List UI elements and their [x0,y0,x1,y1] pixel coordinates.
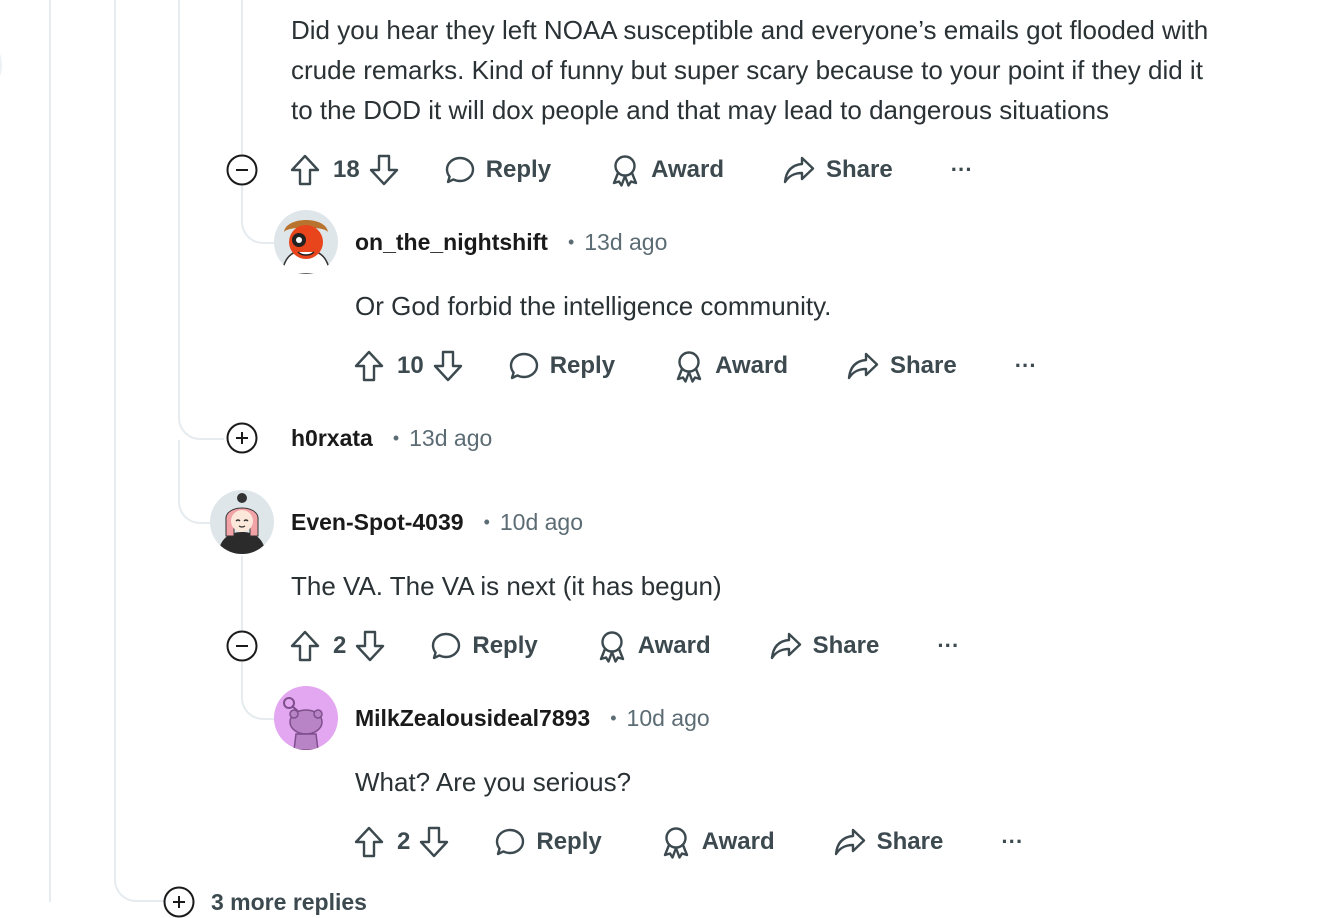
separator-dot: • [567,231,575,252]
award-button[interactable]: Award [660,825,775,859]
comment-actions: 2 Reply Award Share ··· [289,622,959,670]
vote-count: 2 [397,828,411,855]
thread-curve-parent [114,860,166,902]
separator-dot: • [483,511,490,532]
more-replies-label: 3 more replies [211,888,367,915]
thread-line-parent[interactable] [114,0,116,870]
downvote-icon[interactable] [368,153,400,187]
more-options-button[interactable]: ··· [1015,353,1037,379]
thread-line-level2[interactable] [178,0,180,400]
award-icon [612,155,638,187]
more-options-button[interactable]: ··· [951,157,973,183]
thread-line-c1[interactable] [241,0,243,155]
downvote-icon[interactable] [418,825,450,859]
more-options-button[interactable]: ··· [937,633,959,659]
avatar[interactable] [274,210,338,274]
downvote-icon[interactable] [432,349,464,383]
collapse-icon[interactable] [226,154,258,186]
share-button[interactable]: Share [846,350,957,382]
award-icon [676,351,702,383]
share-button[interactable]: Share [769,630,879,662]
award-button[interactable]: Award [673,349,788,383]
vote-count: 18 [333,156,360,183]
award-icon [663,827,688,859]
downvote-icon[interactable] [354,629,386,663]
upvote-icon[interactable] [353,825,385,859]
timestamp[interactable]: 10d ago [627,705,710,732]
comment-body: crude remarks. Kind of funny but super s… [291,55,1203,85]
comment-meta: MilkZealousideal7893 • 10d ago [355,698,710,738]
username[interactable]: Even-Spot-4039 [291,509,464,536]
partial-avatar-edge [0,45,2,85]
comment-actions: 2 Reply Award Share ··· [353,818,1023,866]
expand-icon[interactable] [226,422,258,454]
username[interactable]: MilkZealousideal7893 [355,705,590,732]
comment-body: What? Are you serious? [355,767,632,797]
avatar[interactable] [274,686,338,750]
share-button[interactable]: Share [833,826,943,858]
comment-actions: 18 Reply Award Share ··· [289,146,973,194]
vote-count: 10 [397,352,424,379]
separator-dot: • [610,707,617,728]
share-icon [783,156,815,184]
share-icon [770,632,801,660]
username[interactable]: on_the_nightshift [355,229,548,256]
timestamp[interactable]: 10d ago [500,509,583,536]
comment-body: Did you hear they left NOAA susceptible … [291,15,1209,45]
thread-curve-c2 [241,186,275,244]
comment-body: Or God forbid the intelligence community… [355,291,832,321]
share-icon [834,828,865,856]
thread-line-outer[interactable] [49,0,51,902]
comment-bubble-icon [496,828,525,856]
thread-curve-even-spot [178,440,212,524]
reply-button[interactable]: Reply [494,826,602,858]
separator-dot: • [392,427,400,448]
award-button[interactable]: Award [596,629,711,663]
comment-bubble-icon [432,632,461,660]
thread-line-c4[interactable] [241,556,243,630]
username[interactable]: h0rxata [291,425,373,452]
comment-body: to the DOD it will dox people and that m… [291,95,1110,125]
collapse-icon[interactable] [226,630,258,662]
upvote-icon[interactable] [289,153,321,187]
vote-count: 2 [333,632,347,659]
thread-curve-c5 [241,662,275,720]
comment-meta: h0rxata • 13d ago [291,418,492,458]
upvote-icon[interactable] [353,349,385,383]
thread-curve-h0rxata [178,390,224,440]
more-options-button[interactable]: ··· [1001,829,1023,855]
timestamp[interactable]: 13d ago [584,229,667,256]
timestamp[interactable]: 13d ago [409,425,492,452]
avatar[interactable] [210,490,274,554]
more-replies-button[interactable]: 3 more replies [163,886,367,918]
comment-meta: Even-Spot-4039 • 10d ago [291,502,583,542]
reply-button[interactable]: Reply [444,154,551,186]
reply-button[interactable]: Reply [430,630,538,662]
comment-actions: 10 Reply Award Share ··· [353,342,1037,390]
award-icon [599,631,624,663]
upvote-icon[interactable] [289,629,321,663]
comment-body: The VA. The VA is next (it has begun) [291,571,722,601]
expand-icon [163,886,195,918]
comment-meta: on_the_nightshift • 13d ago [355,222,667,262]
reply-button[interactable]: Reply [508,350,615,382]
comment-bubble-icon [445,156,474,184]
share-button[interactable]: Share [782,154,893,186]
comment-bubble-icon [509,352,538,380]
share-icon [847,352,879,380]
award-button[interactable]: Award [609,153,724,187]
